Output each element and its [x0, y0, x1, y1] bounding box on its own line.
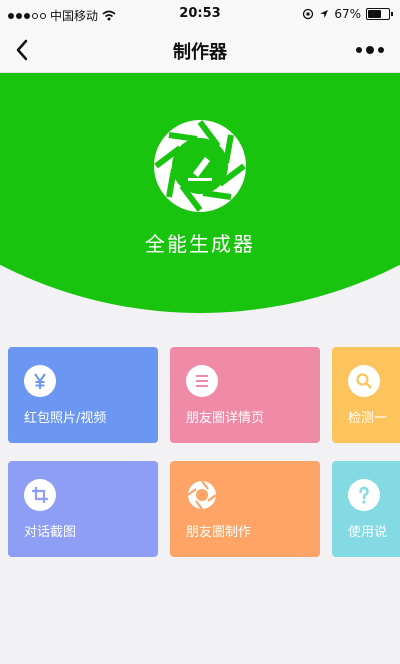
tile-moments-maker[interactable]: 朋友圈制作: [170, 461, 320, 557]
tile-label: 朋友圈制作: [186, 525, 252, 540]
crop-icon: [24, 479, 56, 511]
app-logo-icon: [154, 120, 246, 212]
status-bar: 中国移动 20:53 67%: [0, 0, 400, 28]
tile-label: 检测一: [348, 411, 388, 426]
tile-red-packet-photo-video[interactable]: 红包照片/视频: [8, 347, 158, 443]
nav-bar: 制作器: [0, 28, 400, 73]
more-options-icon[interactable]: [354, 40, 386, 60]
search-icon: [348, 365, 380, 397]
status-right: 67%: [302, 7, 393, 21]
feature-grid: 红包照片/视频 朋友圈详情页 检测一 对话截图 朋友圈制作 使用说: [0, 347, 400, 559]
battery-percent: 67%: [334, 7, 361, 21]
question-icon: [348, 479, 380, 511]
battery-icon: [366, 8, 393, 20]
app-name: 全能生成器: [145, 232, 255, 256]
location-icon: [320, 10, 329, 18]
tile-moments-detail[interactable]: 朋友圈详情页: [170, 347, 320, 443]
tile-label: 对话截图: [24, 525, 77, 540]
tile-detect[interactable]: 检测一: [332, 347, 400, 443]
orientation-lock-icon: [303, 8, 314, 20]
tile-label: 朋友圈详情页: [186, 411, 265, 426]
aperture-icon: [186, 479, 218, 511]
tile-label: 红包照片/视频: [24, 411, 107, 426]
page-title: 制作器: [173, 42, 227, 63]
hero-banner: 全能生成器: [0, 73, 400, 321]
tile-chat-screenshot[interactable]: 对话截图: [8, 461, 158, 557]
yen-icon: [24, 365, 56, 397]
list-icon: [186, 365, 218, 397]
tile-usage-guide[interactable]: 使用说: [332, 461, 400, 557]
tile-label: 使用说: [348, 525, 388, 540]
